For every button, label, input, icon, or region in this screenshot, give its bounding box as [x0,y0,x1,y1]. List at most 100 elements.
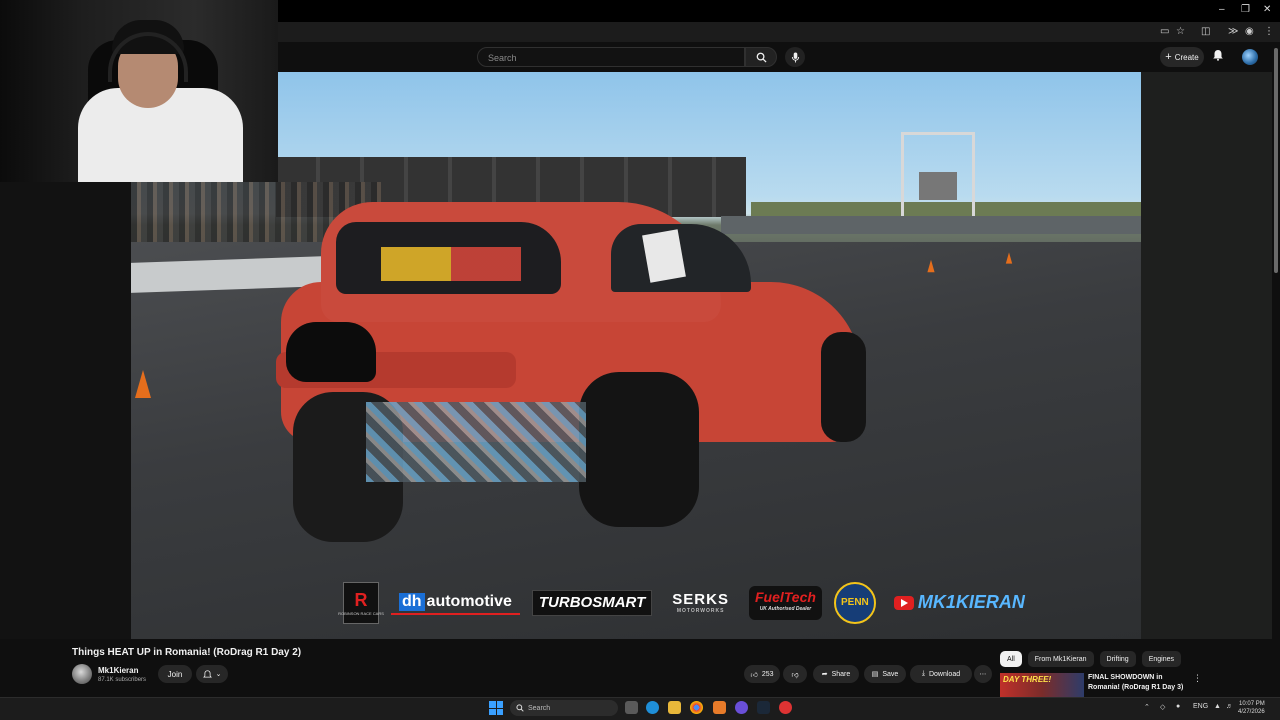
plus-icon: + [1165,51,1172,63]
search-button[interactable] [745,47,777,67]
profile-icon[interactable]: ◉ [1245,26,1254,37]
download-button[interactable]: ⤓ Download [910,665,972,683]
youtube-play-icon [893,595,914,610]
exposed-chassis [366,402,586,482]
extension-icon[interactable]: ≫ [1228,26,1238,37]
app-icon[interactable] [713,701,726,714]
network-icon[interactable]: ◇ [1160,703,1165,711]
serks-sub: MOTORWORKS [676,608,725,614]
close-icon[interactable]: ✕ [1263,4,1271,15]
chip-from-channel[interactable]: From Mk1Kieran [1027,651,1094,667]
taskbar-clock[interactable]: 10:07 PM 4/27/2026 [1238,700,1265,716]
thumbs-down-icon: 👎︎ [791,671,799,679]
dh-text: automotive [426,592,512,610]
subscription-bell-button[interactable]: ⌄ [196,665,228,683]
fueltech-sub: UK Authorised Dealer [759,605,812,612]
thumbnail-text: DAY THREE! [1003,675,1052,684]
channel-name[interactable]: Mk1Kieran [98,666,138,675]
bookmark-star-icon[interactable]: ☆ [1176,26,1185,37]
extensions-icon[interactable]: ◫ [1201,26,1210,37]
voice-search-button[interactable] [785,47,805,67]
notifications-bell-icon[interactable] [1212,49,1224,61]
recommended-thumbnail[interactable]: DAY THREE! [1000,673,1084,697]
robinson-mark: R [354,589,368,610]
more-actions-button[interactable]: ⋯ [974,665,992,683]
traffic-cone [135,370,151,398]
race-car [276,202,866,542]
turbosmart-logo: TURBOSMART [531,589,653,616]
related-filter-chips: All From Mk1Kieran Drifting Engines [1000,651,1181,667]
download-label: Download [928,670,961,678]
fueltech-logo: FuelTech UK Authorised Dealer [748,585,822,620]
dh-automotive-logo: dh automotive [391,591,520,615]
browser-toolbar [278,22,1280,42]
search-icon [756,52,767,63]
bell-icon [202,669,212,677]
chip-all[interactable]: All [1000,651,1022,667]
serks-logo: SERKS MOTORWORKS [664,591,737,615]
dislike-button[interactable]: 👎︎ [783,665,807,683]
save-label: Save [882,670,899,678]
taskbar-search[interactable]: Search [510,700,618,716]
fueltech-text: FuelTech [754,588,816,605]
microphone-icon [791,52,799,62]
serks-text: SERKS [672,591,729,608]
window-flag [381,247,521,281]
windows-start-icon[interactable] [489,701,503,715]
save-icon: ▤ [871,671,879,678]
wifi-icon[interactable]: ▲ [1214,703,1221,710]
video-title: Things HEAT UP in Romania! (RoDrag R1 Da… [72,647,302,658]
steam-icon[interactable] [757,701,770,714]
chevron-down-icon: ⌄ [215,671,222,678]
front-right-wheel [821,332,866,442]
restore-icon[interactable]: ❐ [1241,4,1250,15]
chip-engines[interactable]: Engines [1141,651,1181,667]
save-button[interactable]: ▤ Save [864,665,906,683]
share-label: Share [831,670,851,678]
language-indicator[interactable]: ENG [1193,703,1208,710]
recording-app-icon[interactable] [779,701,792,714]
file-explorer-icon[interactable] [668,701,681,714]
right-gutter [1141,72,1272,639]
minimize-icon[interactable]: – [1219,4,1225,15]
big-screen [919,172,957,200]
cast-icon[interactable]: ▭ [1160,26,1169,37]
dh-mark: dh [399,592,425,611]
search-input[interactable] [486,48,730,68]
chrome-icon[interactable] [690,701,703,714]
mk1kieran-text: MK1KIERAN [917,592,1025,612]
search-box [477,47,745,68]
volume-icon[interactable]: ♬ [1226,703,1233,710]
channel-avatar[interactable] [72,664,92,684]
tray-expand-icon[interactable]: ⌃ [1144,703,1150,711]
parachute-bag [286,322,376,382]
youtube-header [278,42,1280,72]
discord-icon[interactable] [735,701,748,714]
join-button[interactable]: Join [158,665,192,683]
chip-drifting[interactable]: Drifting [1099,651,1136,667]
download-icon: ⤓ [921,670,925,677]
traffic-cone [1005,252,1013,264]
robinson-logo: R ROBINSON RACE CARS [338,581,384,624]
sponsor-strip: R ROBINSON RACE CARS dh automotive TURBO… [338,580,1141,625]
mic-tray-icon[interactable]: ● [1176,703,1180,710]
thumbs-up-icon: 👍︎ [750,671,758,679]
like-button[interactable]: 👍︎ 253 [744,665,780,683]
browser-menu-icon[interactable]: ⋮ [1264,26,1274,37]
edge-icon[interactable] [646,701,659,714]
more-vertical-icon[interactable]: ⋮ [1193,673,1202,684]
search-icon [516,704,524,712]
account-avatar[interactable] [1242,49,1258,65]
create-label: Create [1174,52,1199,62]
windows-taskbar [0,697,1280,720]
share-button[interactable]: ➦ Share [813,665,859,683]
recommended-title[interactable]: FINAL SHOWDOWN in Romania! (RoDrag R1 Da… [1088,673,1192,693]
clock-date: 4/27/2026 [1238,709,1265,715]
create-button[interactable]: + Create [1160,47,1204,67]
taskbar-search-label: Search [528,704,551,712]
scrollbar-thumb[interactable] [1274,48,1278,273]
video-player[interactable]: R ROBINSON RACE CARS dh automotive TURBO… [131,72,1141,639]
penn-logo: PENN [833,581,876,624]
task-view-icon[interactable] [625,701,638,714]
webcam-overlay [0,0,278,182]
